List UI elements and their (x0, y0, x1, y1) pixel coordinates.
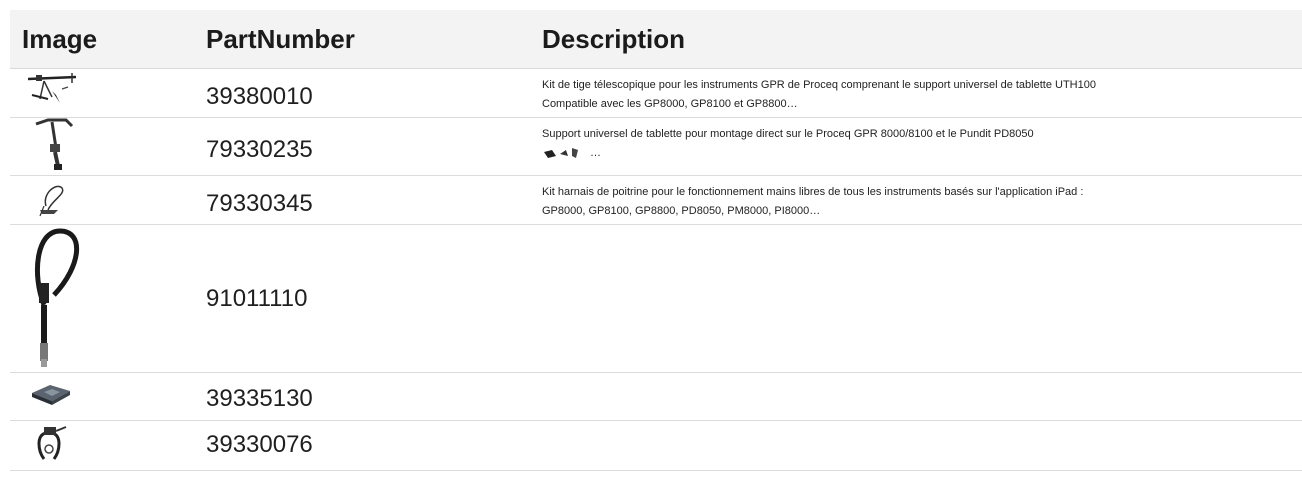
part-number[interactable]: 79330345 (194, 175, 530, 225)
table-row[interactable]: 79330345 Kit harnais de poitrine pour le… (10, 175, 1302, 225)
parts-table: Image PartNumber Description 39380010 Ki… (10, 10, 1302, 471)
thumbnail-cell (10, 372, 194, 421)
tablet-holder-icon (35, 118, 74, 170)
part-number-text[interactable]: 91011110 (206, 225, 530, 311)
thumbnail-cell (10, 420, 194, 471)
part-number[interactable]: 39335130 (194, 372, 530, 421)
part-number[interactable]: 91011110 (194, 224, 530, 373)
description-cell: Kit de tige télescopique pour les instru… (530, 68, 1302, 118)
description-cell: Kit harnais de poitrine pour le fonction… (530, 175, 1302, 225)
clamp-icon (37, 426, 67, 460)
product-thumbnails-icon (542, 147, 590, 159)
description-line: GP8000, GP8100, GP8800, PD8050, PM8000, … (542, 205, 821, 217)
header-row: Image PartNumber Description (10, 10, 1302, 69)
thumbnail-cell (10, 224, 194, 373)
description-line: Kit de tige télescopique pour les instru… (542, 79, 1096, 91)
description-line: Compatible avec les GP8000, GP8100 et GP… (542, 98, 798, 110)
description-cell (530, 420, 1302, 471)
thumbnail-cell (10, 68, 194, 118)
table-row[interactable]: 39335130 (10, 372, 1302, 421)
table-row[interactable]: 79330235 Support universel de tablette p… (10, 117, 1302, 176)
description-cell (530, 224, 1302, 373)
battery-pad-icon (32, 385, 70, 405)
description-line: Support universel de tablette pour monta… (542, 128, 1034, 140)
header-description[interactable]: Description (530, 10, 1302, 69)
table-row[interactable]: 39380010 Kit de tige télescopique pour l… (10, 68, 1302, 118)
thumbnail-cell (10, 175, 194, 225)
part-number-text[interactable]: 39380010 (206, 69, 530, 109)
telescopic-rod-icon (27, 73, 77, 103)
description-ellipsis: … (590, 147, 601, 159)
part-number-text[interactable]: 79330235 (206, 118, 530, 162)
parts-table-container: Image PartNumber Description 39380010 Ki… (10, 10, 1302, 471)
part-number-text[interactable]: 39330076 (206, 421, 530, 457)
description-cell: Support universel de tablette pour monta… (530, 117, 1302, 176)
table-row[interactable]: 39330076 (10, 420, 1302, 471)
cable-icon (34, 228, 79, 367)
part-number[interactable]: 39330076 (194, 420, 530, 471)
header-image[interactable]: Image (10, 10, 194, 69)
table-row[interactable]: 91011110 (10, 224, 1302, 373)
chest-harness-icon (39, 185, 64, 217)
thumbnail-cell (10, 117, 194, 176)
description-line: Kit harnais de poitrine pour le fonction… (542, 186, 1084, 198)
part-number[interactable]: 39380010 (194, 68, 530, 118)
part-number-text[interactable]: 39335130 (206, 373, 530, 411)
description-line: … (542, 144, 1302, 163)
description-cell (530, 372, 1302, 421)
header-part-number[interactable]: PartNumber (194, 10, 530, 69)
part-number[interactable]: 79330235 (194, 117, 530, 176)
part-number-text[interactable]: 79330345 (206, 176, 530, 216)
